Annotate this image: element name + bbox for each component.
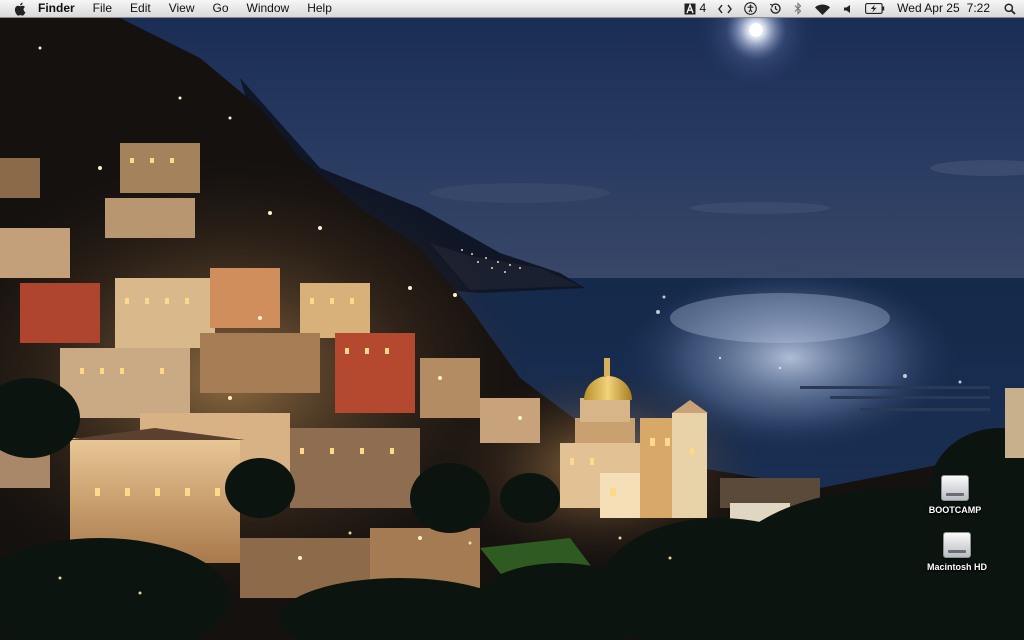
battery-menu[interactable] [865, 3, 885, 14]
desktop-screen: Finder File Edit View Go Window Help 4 W… [0, 0, 1024, 640]
menu-file[interactable]: File [84, 0, 121, 17]
menu-bar: Finder File Edit View Go Window Help 4 W… [0, 0, 1024, 18]
adobe-updater-menu[interactable]: 4 [684, 0, 706, 17]
menu-window[interactable]: Window [238, 0, 299, 17]
menu-go[interactable]: Go [204, 0, 238, 17]
desktop-icon-label: Macintosh HD [926, 562, 987, 572]
adobe-count: 4 [699, 1, 707, 15]
time-machine-menu[interactable] [769, 2, 782, 15]
spotlight-search-icon [1004, 2, 1016, 15]
menu-edit[interactable]: Edit [121, 0, 160, 17]
battery-charging-icon [865, 3, 885, 14]
hard-drive-icon [941, 475, 969, 501]
adobe-icon [684, 2, 696, 14]
time-machine-icon [770, 3, 781, 14]
clock-menu[interactable]: Wed Apr 25 7:22 [897, 0, 990, 17]
bluetooth-menu[interactable] [794, 2, 802, 15]
app-menu-finder[interactable]: Finder [32, 0, 84, 17]
spotlight-menu[interactable] [1004, 2, 1016, 15]
menu-help[interactable]: Help [298, 0, 341, 17]
code-menu-extra[interactable] [718, 4, 733, 14]
menubar-time: 7:22 [966, 1, 990, 15]
code-brackets-icon [718, 4, 733, 13]
volume-menu[interactable] [843, 4, 853, 14]
apple-menu-icon[interactable] [8, 0, 32, 17]
hard-drive-icon [943, 532, 971, 558]
wifi-menu[interactable] [814, 3, 831, 15]
accessibility-icon [744, 2, 758, 15]
speaker-icon [844, 4, 851, 13]
bluetooth-icon [794, 2, 802, 15]
desktop-icon-macintosh-hd[interactable]: Macintosh HD [912, 532, 1002, 572]
desktop-icon-label: BOOTCAMP [928, 505, 982, 515]
menubar-date: Wed Apr 25 [897, 1, 960, 15]
accessibility-menu[interactable] [744, 2, 758, 15]
menu-view[interactable]: View [160, 0, 204, 17]
desktop-wallpaper [0, 18, 1024, 640]
desktop-icon-bootcamp[interactable]: BOOTCAMP [910, 475, 1000, 515]
wifi-icon [815, 4, 831, 15]
